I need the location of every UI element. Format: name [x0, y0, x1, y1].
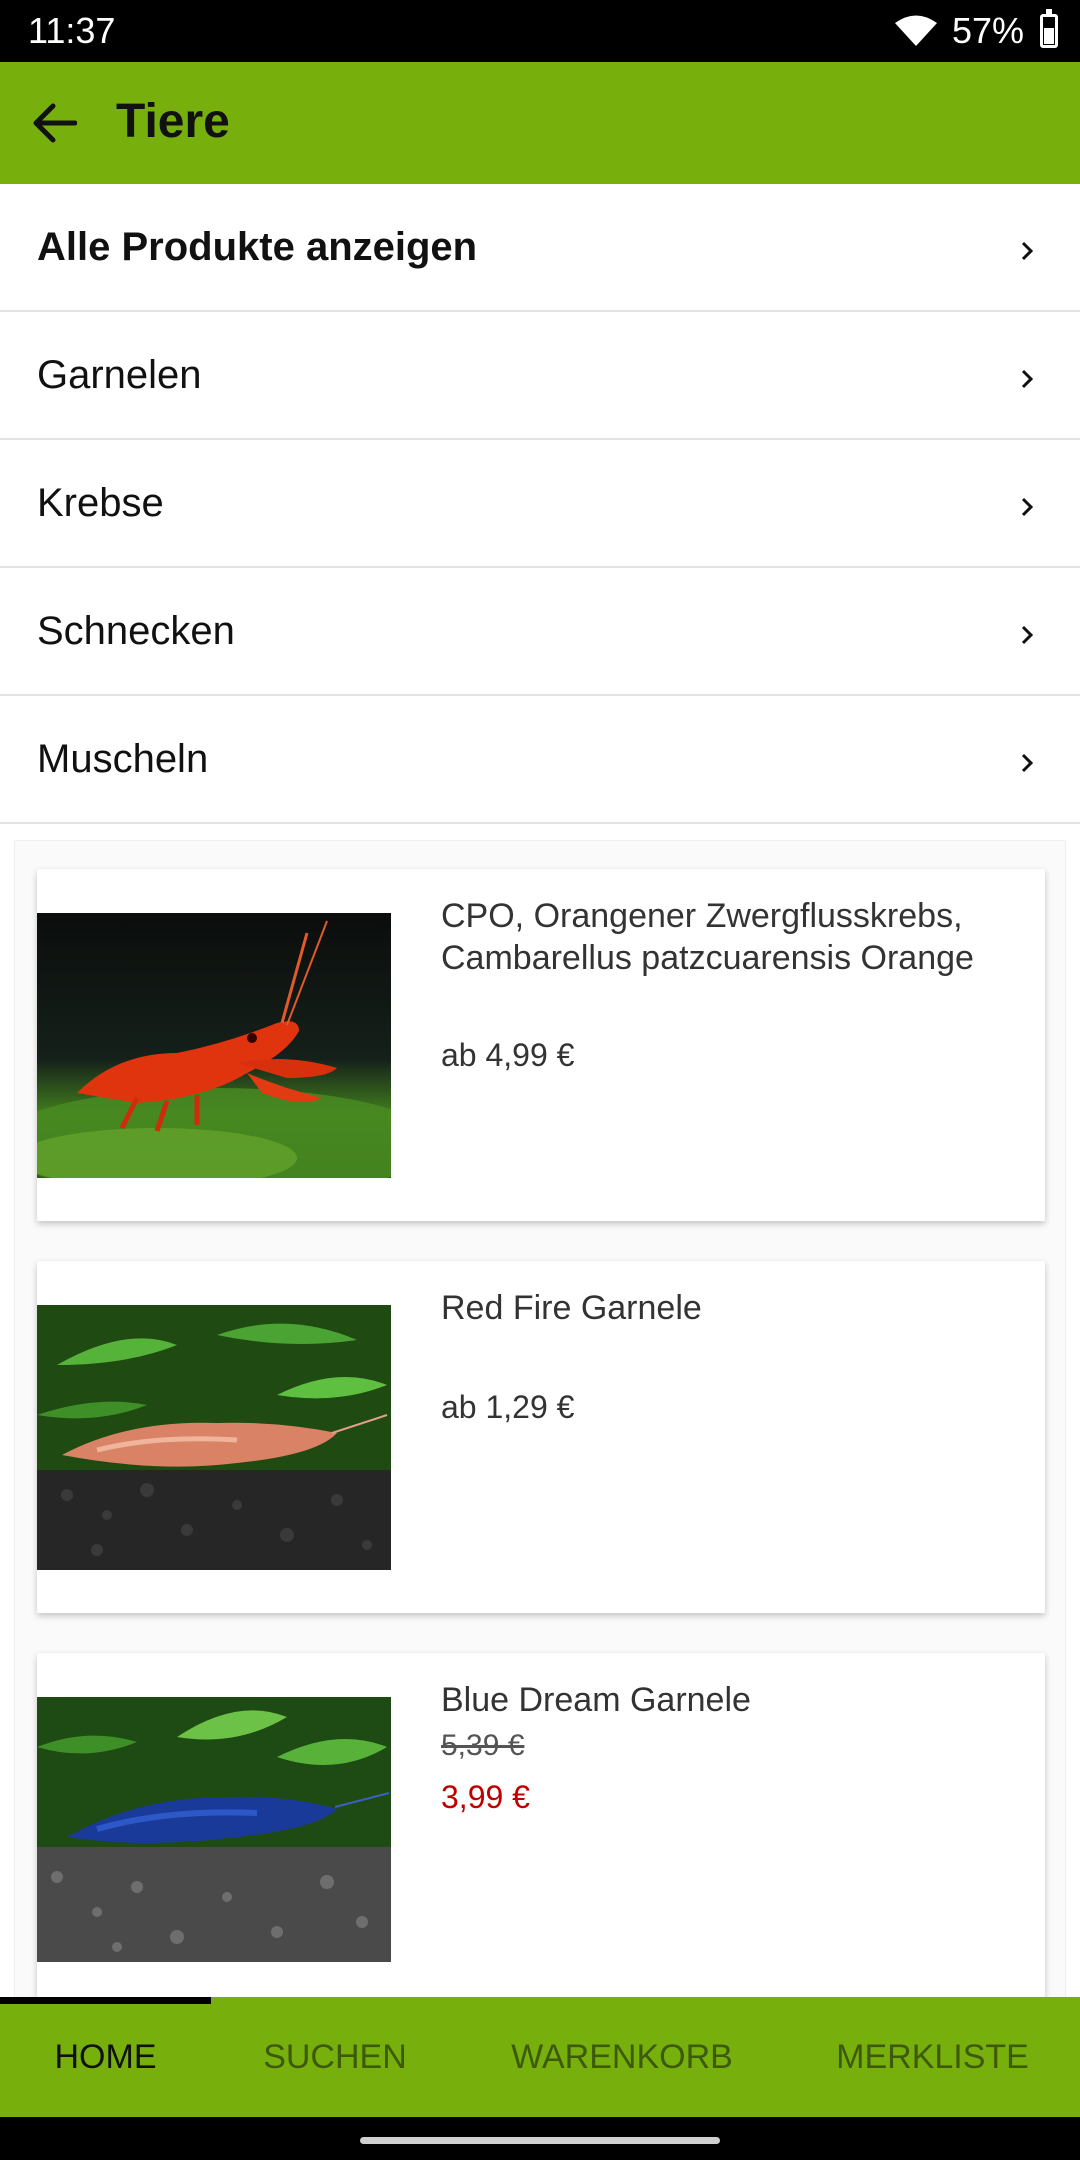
category-muscheln[interactable]: Muscheln — [0, 696, 1080, 824]
product-sale-price: 3,99 € — [441, 1779, 530, 1815]
category-schnecken[interactable]: Schnecken — [0, 568, 1080, 696]
category-label: Krebse — [37, 480, 164, 525]
status-icons: 57% — [894, 8, 1058, 54]
status-bar: 11:37 57% — [0, 0, 1080, 62]
page-title: Tiere — [116, 95, 230, 148]
product-card[interactable]: CPO, Orangener Zwergflusskrebs, Cambarel… — [37, 869, 1045, 1221]
product-name: Red Fire Garnele — [441, 1289, 702, 1327]
battery-percent: 57% — [951, 10, 1024, 51]
category-label: Schnecken — [37, 608, 235, 653]
gesture-bar — [0, 2117, 1080, 2160]
red-fire-shrimp-photo — [37, 1305, 391, 1570]
chevron-right-icon — [1014, 494, 1040, 520]
product-price: ab 4,99 € — [441, 1037, 575, 1073]
product-old-price: 5,39 € — [441, 1729, 525, 1762]
home-gesture-handle[interactable] — [360, 2137, 720, 2144]
product-image — [37, 1697, 391, 1962]
product-card[interactable]: Red Fire Garnele ab 1,29 € — [37, 1261, 1045, 1613]
blue-dream-shrimp-photo — [37, 1697, 391, 1962]
back-button[interactable] — [24, 93, 84, 153]
product-card[interactable]: Blue Dream Garnele 5,39 € 3,99 € — [37, 1653, 1045, 1999]
tab-warenkorb[interactable]: WARENKORB — [459, 1997, 785, 2117]
chevron-right-icon — [1014, 366, 1040, 392]
category-all-products[interactable]: Alle Produkte anzeigen — [0, 184, 1080, 312]
wifi-icon — [894, 15, 937, 46]
product-name: Blue Dream Garnele — [441, 1681, 751, 1719]
chevron-right-icon — [1014, 238, 1040, 264]
category-label: Muscheln — [37, 736, 209, 781]
product-image — [37, 913, 391, 1178]
chevron-right-icon — [1014, 750, 1040, 776]
bottom-nav: HOME SUCHEN WARENKORB MERKLISTE — [0, 1997, 1080, 2117]
tab-home[interactable]: HOME — [0, 1997, 211, 2117]
category-list: Alle Produkte anzeigen Garnelen Krebse S… — [0, 184, 1080, 824]
product-name: CPO, Orangener Zwergflusskrebs, Cambarel… — [441, 897, 974, 977]
category-krebse[interactable]: Krebse — [0, 440, 1080, 568]
category-label: Garnelen — [37, 352, 202, 397]
product-image — [37, 1305, 391, 1570]
app-bar: Tiere — [0, 62, 1080, 184]
status-time: 11:37 — [28, 10, 116, 51]
category-label: Alle Produkte anzeigen — [37, 224, 478, 269]
product-price: ab 1,29 € — [441, 1389, 575, 1425]
battery-icon — [1040, 9, 1058, 48]
product-list: CPO, Orangener Zwergflusskrebs, Cambarel… — [14, 840, 1066, 2000]
arrow-left-icon — [33, 103, 77, 143]
tab-suchen[interactable]: SUCHEN — [211, 1997, 459, 2117]
tab-merkliste[interactable]: MERKLISTE — [785, 1997, 1080, 2117]
category-garnelen[interactable]: Garnelen — [0, 312, 1080, 440]
orange-crayfish-photo — [37, 913, 391, 1178]
chevron-right-icon — [1014, 622, 1040, 648]
